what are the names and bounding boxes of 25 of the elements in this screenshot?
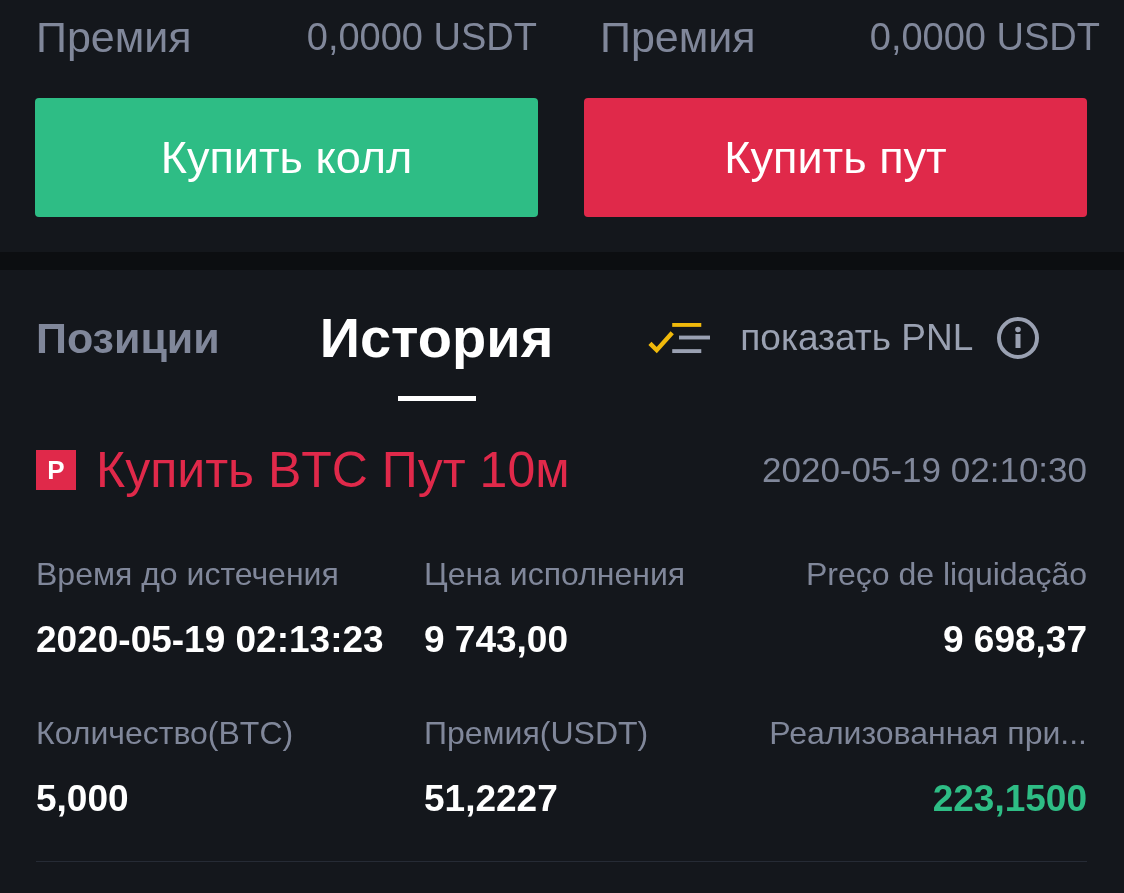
buy-put-button[interactable]: Купить пут <box>584 98 1087 217</box>
tab[interactable]: История <box>319 308 554 406</box>
field-label: Количество(BTC) <box>36 714 295 753</box>
premium-value: 0,0000 USDT <box>869 15 1100 60</box>
show-pnl-label[interactable]: показать PNL <box>740 317 974 359</box>
premium-label: Премия <box>600 12 756 62</box>
tab[interactable]: Позиции <box>36 308 220 406</box>
field-label: Премия(USDT) <box>424 714 650 753</box>
field-value: 9 698,37 <box>942 618 1087 662</box>
order-time: 2020-05-19 02:10:30 <box>762 450 1087 490</box>
checklist-icon[interactable] <box>648 322 711 354</box>
premium-value: 0,0000 USDT <box>306 15 537 60</box>
field-value: 5,000 <box>36 777 130 821</box>
info-icon[interactable] <box>997 317 1040 359</box>
field-value: 9 743,00 <box>424 618 570 662</box>
field-label: Время до истечения <box>36 555 340 594</box>
field-value: 223,1500 <box>932 777 1087 821</box>
order-title: Купить BTC Пут 10м <box>96 442 570 498</box>
premium-label: Премия <box>36 12 192 62</box>
field-label: Цена исполнения <box>424 555 687 594</box>
field-label: Preço de liquidação <box>805 555 1087 594</box>
field-value: 51,2227 <box>424 777 559 821</box>
field-label: Реализованная при... <box>769 714 1087 753</box>
field-value: 2020-05-19 02:13:23 <box>36 618 385 662</box>
order-type-badge: P <box>36 450 76 490</box>
